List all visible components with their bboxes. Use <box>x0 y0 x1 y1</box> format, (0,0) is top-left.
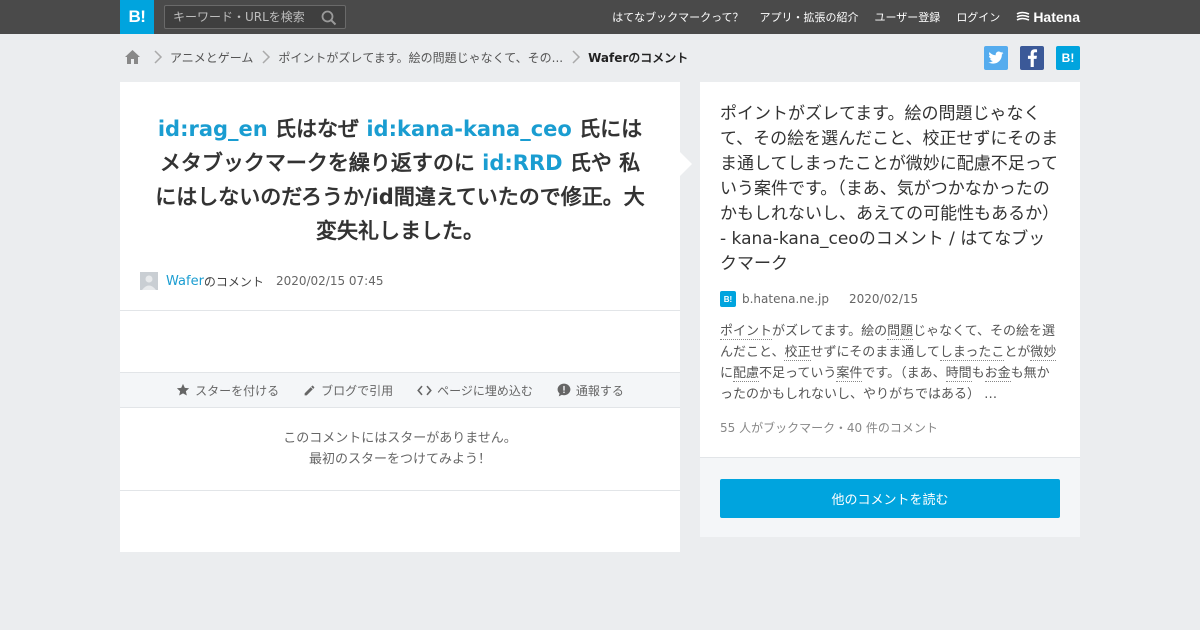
hatena-bookmark-logo[interactable]: B! <box>120 0 154 34</box>
breadcrumb-entry[interactable]: ポイントがズレてます。絵の問題じゃなくて、その... <box>278 49 563 66</box>
chevron-right-icon <box>572 50 581 64</box>
embed-label: ページに埋め込む <box>437 383 533 398</box>
facebook-icon <box>1027 49 1038 67</box>
search-icon[interactable] <box>321 10 337 26</box>
read-more-comments-button[interactable]: 他のコメントを読む <box>720 479 1060 518</box>
nav-register[interactable]: ユーザー登録 <box>875 9 941 25</box>
summary-text-segment: に <box>720 366 734 381</box>
keyword-link[interactable]: 案件 <box>836 366 863 382</box>
hatena-brand-text: Hatena <box>1033 9 1080 25</box>
hatena-bookmark-share-button[interactable]: B! <box>1056 46 1080 70</box>
entry-card-footer: 他のコメントを読む <box>700 457 1080 537</box>
keyword-link[interactable]: 校正 <box>784 345 811 361</box>
no-stars-message: このコメントにはスターがありません。 最初のスターをつけてみよう！ <box>120 428 680 470</box>
hatena-brand-link[interactable]: Hatena <box>1016 9 1080 25</box>
blog-quote-label: ブログで引用 <box>321 383 394 398</box>
top-bar: B! はてなブックマークって？ アプリ・拡張の紹介 ユーザー登録 ログイン Ha… <box>0 0 1200 34</box>
no-stars-line1: このコメントにはスターがありません。 <box>283 431 517 446</box>
comment-text-segment: 氏はなぜ <box>267 117 367 141</box>
chevron-right-icon <box>262 50 271 64</box>
add-star-button[interactable]: スターを付ける <box>176 382 279 399</box>
search-input[interactable] <box>165 6 315 28</box>
keyword-link[interactable]: 問題 <box>887 324 914 340</box>
summary-text-segment: がズレてます。絵の <box>772 324 888 339</box>
entry-card: ポイントがズレてます。絵の問題じゃなくて、その絵を選んだこと、校正せずにそのまま… <box>700 82 1080 537</box>
keyword-link[interactable]: 配慮 <box>733 366 760 382</box>
user-id-link[interactable]: id:kana-kana_ceo <box>366 117 571 141</box>
chevron-right-icon <box>154 50 163 64</box>
comment-date[interactable]: 2020/02/15 07:45 <box>276 274 384 288</box>
entry-stats[interactable]: 55 人がブックマーク・40 件のコメント <box>720 419 938 436</box>
comment-author-row: Wafer のコメント 2020/02/15 07:45 <box>140 272 384 290</box>
embed-button[interactable]: ページに埋め込む <box>417 382 533 399</box>
comment-card: id:rag_en 氏はなぜ id:kana-kana_ceo 氏にはメタブック… <box>120 82 692 552</box>
top-nav: はてなブックマークって？ アプリ・拡張の紹介 ユーザー登録 ログイン Haten… <box>596 0 1080 34</box>
user-id-link[interactable]: id:RRD <box>482 151 562 175</box>
summary-text-segment: せずにそのまま通して <box>810 345 940 360</box>
nav-login[interactable]: ログイン <box>956 9 1000 25</box>
author-suffix: のコメント <box>203 274 264 289</box>
search-box <box>164 5 346 29</box>
keyword-link[interactable]: お金 <box>984 366 1011 382</box>
summary-text-segment: とが <box>1004 345 1031 360</box>
hatena-favicon-icon: B! <box>720 291 736 307</box>
star-icon <box>176 383 190 396</box>
keyword-link[interactable]: しまったこ <box>939 345 1005 361</box>
breadcrumb-category[interactable]: アニメとゲーム <box>170 49 253 66</box>
add-star-label: スターを付ける <box>195 383 280 398</box>
avatar-placeholder-icon <box>140 272 158 290</box>
blog-quote-button[interactable]: ブログで引用 <box>303 382 393 399</box>
entry-date: 2020/02/15 <box>849 292 919 306</box>
divider <box>120 310 680 311</box>
user-id-link[interactable]: id:rag_en <box>158 117 268 141</box>
entry-domain[interactable]: b.hatena.ne.jp <box>742 292 829 306</box>
card-pointer <box>680 152 692 176</box>
twitter-icon <box>988 51 1004 64</box>
comment-text: id:rag_en 氏はなぜ id:kana-kana_ceo 氏にはメタブック… <box>150 112 650 248</box>
breadcrumb-current: Waferのコメント <box>588 50 689 65</box>
facebook-share-button[interactable] <box>1020 46 1044 70</box>
author-username[interactable]: Wafer <box>166 274 204 289</box>
summary-text-segment: です。（まあ、 <box>862 366 946 381</box>
summary-text-segment: 不足っていう <box>759 366 837 381</box>
share-buttons: B! <box>972 46 1080 70</box>
comment-action-bar: スターを付ける ブログで引用 ページに埋め込む 通報する <box>120 372 680 408</box>
entry-title[interactable]: ポイントがズレてます。絵の問題じゃなくて、その絵を選んだこと、校正せずにそのまま… <box>720 102 1062 277</box>
divider <box>120 490 680 491</box>
keyword-link[interactable]: ポイント <box>720 324 773 340</box>
entry-meta: B! b.hatena.ne.jp 2020/02/15 <box>720 291 918 307</box>
no-stars-line2: 最初のスターをつけてみよう！ <box>308 452 491 467</box>
home-icon[interactable] <box>124 49 141 65</box>
report-button[interactable]: 通報する <box>557 382 624 399</box>
hatena-bookmark-icon: B! <box>1061 51 1075 65</box>
twitter-share-button[interactable] <box>984 46 1008 70</box>
keyword-link[interactable]: 時間 <box>945 366 972 382</box>
avatar[interactable] <box>140 272 158 290</box>
code-icon <box>417 385 432 395</box>
report-label: 通報する <box>575 383 624 398</box>
pencil-icon <box>304 385 315 395</box>
nav-about[interactable]: はてなブックマークって？ <box>612 9 743 25</box>
nav-apps[interactable]: アプリ・拡張の紹介 <box>760 9 859 25</box>
breadcrumb: アニメとゲーム ポイントがズレてます。絵の問題じゃなくて、その... Wafer… <box>124 46 688 68</box>
keyword-link[interactable]: 微妙 <box>1030 345 1057 361</box>
summary-text-segment: も <box>971 366 985 381</box>
hatena-wind-icon <box>1016 11 1030 21</box>
alert-icon <box>557 383 571 397</box>
entry-summary: ポイントがズレてます。絵の問題じゃなくて、その絵を選んだこと、校正せずにそのまま… <box>720 321 1062 405</box>
